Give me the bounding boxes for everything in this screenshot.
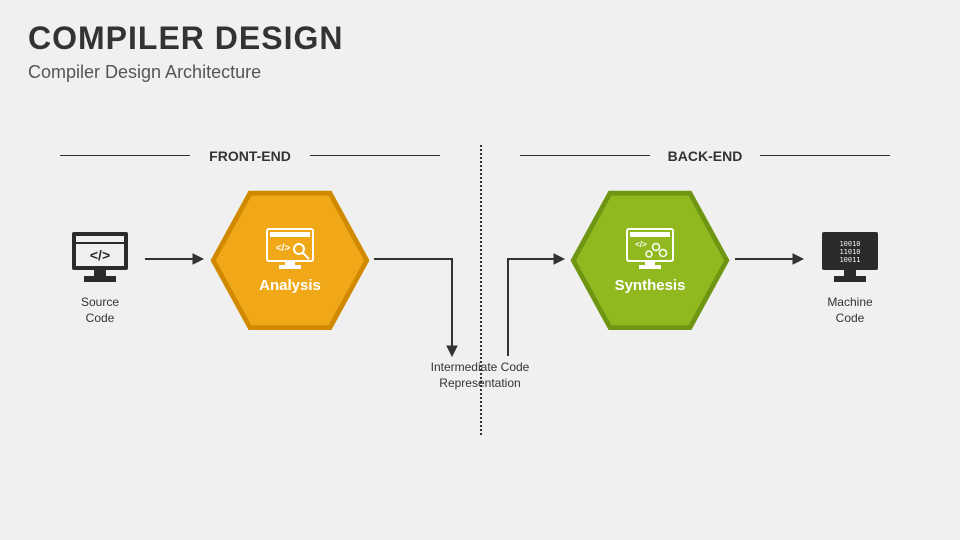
svg-text:10010: 10010 — [839, 240, 860, 248]
svg-text:10011: 10011 — [839, 256, 860, 264]
analysis-screen-icon: </> — [263, 227, 317, 271]
rule-front-right — [310, 155, 440, 156]
page-title: COMPILER DESIGN — [28, 20, 343, 57]
machine-caption-line1: Machine — [810, 295, 890, 311]
svg-text:11010: 11010 — [839, 248, 860, 256]
source-caption-line1: Source — [60, 295, 140, 311]
synthesis-hexagon: </> Synthesis — [570, 190, 730, 330]
svg-text:</>: </> — [635, 240, 647, 249]
rule-back-right — [760, 155, 890, 156]
intermediate-line1: Intermediate Code — [410, 360, 550, 376]
section-label-front: FRONT-END — [200, 148, 300, 164]
analysis-label: Analysis — [259, 277, 321, 294]
machine-caption-line2: Code — [810, 311, 890, 327]
arrow-intermediate-to-synthesis — [498, 252, 568, 362]
arrow-source-to-analysis — [145, 252, 205, 266]
source-code-node: </> Source Code — [60, 230, 140, 326]
rule-front-left — [60, 155, 190, 156]
source-caption-line2: Code — [60, 311, 140, 327]
section-label-back: BACK-END — [660, 148, 750, 164]
machine-code-node: 10010 11010 10011 Machine Code — [810, 230, 890, 326]
arrow-analysis-to-intermediate — [372, 252, 472, 362]
analysis-hexagon: </> Analysis — [210, 190, 370, 330]
svg-text:</>: </> — [276, 243, 291, 254]
vertical-divider — [480, 145, 482, 435]
synthesis-label: Synthesis — [615, 277, 686, 294]
intermediate-line2: Representation — [410, 376, 550, 392]
rule-back-left — [520, 155, 650, 156]
arrow-synthesis-to-machine — [735, 252, 805, 266]
monitor-binary-icon: 10010 11010 10011 — [818, 230, 882, 284]
synthesis-screen-icon: </> — [623, 227, 677, 271]
page-subtitle: Compiler Design Architecture — [28, 62, 261, 83]
monitor-code-icon: </> — [68, 230, 132, 284]
intermediate-label: Intermediate Code Representation — [410, 360, 550, 391]
svg-text:</>: </> — [90, 247, 110, 263]
